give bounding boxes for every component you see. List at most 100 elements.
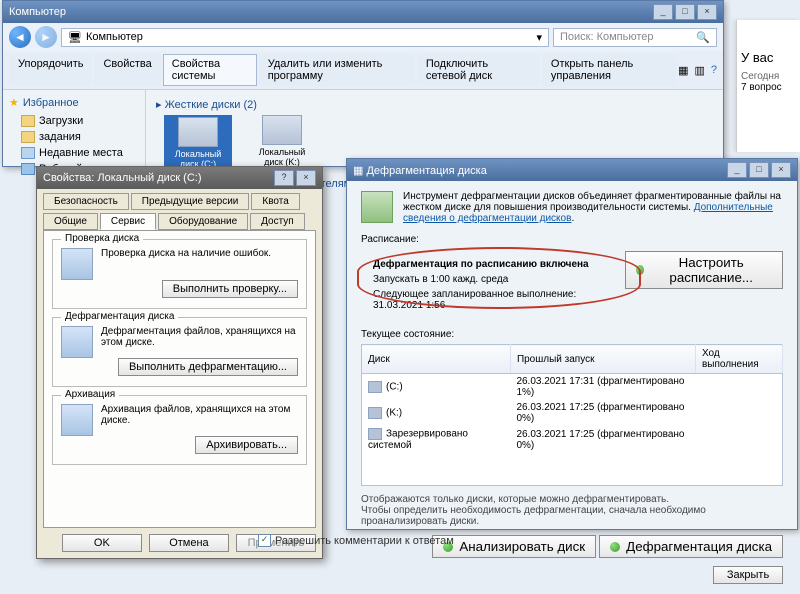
allow-comments-row[interactable]: ✓ Разрешить комментарии к ответам [258, 534, 454, 547]
schedule-next-text: Следующее запланированное выполнение: 31… [373, 289, 603, 311]
archive-text: Архивация файлов, хранящихся на этом дис… [61, 404, 298, 426]
drive-icon [368, 428, 382, 440]
cancel-button[interactable]: Отмена [149, 534, 229, 552]
computer-icon: 🖥 [68, 31, 82, 44]
explorer-navbar: ◄ ► 🖥 Компьютер ▾ Поиск: Компьютер 🔍 [3, 23, 723, 51]
schedule-box: Дефрагментация по расписанию включена За… [361, 251, 615, 319]
defrag-window: ▦ Дефрагментация диска _ □ × Инструмент … [346, 158, 798, 530]
archive-group: Архивация Архивация файлов, хранящихся н… [52, 395, 307, 465]
disks-table: Диск Прошлый запуск Ход выполнения (C:) … [361, 344, 783, 486]
table-row[interactable]: Зарезервировано системой 26.03.2021 17:2… [362, 426, 783, 453]
check-disk-icon [61, 248, 93, 280]
schedule-header: Расписание: [361, 234, 783, 245]
control-panel-button[interactable]: Открыть панель управления [542, 54, 676, 86]
defrag-group: Дефрагментация диска Дефрагментация файл… [52, 317, 307, 387]
explorer-titlebar[interactable]: Компьютер _ □ × [3, 1, 723, 23]
configure-schedule-button[interactable]: Настроить расписание... [625, 251, 783, 289]
defrag-now-button[interactable]: Выполнить дефрагментацию... [118, 358, 298, 376]
drive-icon [368, 407, 382, 419]
system-properties-button[interactable]: Свойства системы [163, 54, 257, 86]
maximize-button[interactable]: □ [675, 4, 695, 20]
tab-general[interactable]: Общие [43, 213, 98, 230]
drive-c[interactable]: Локальный диск (C:) [164, 115, 232, 171]
minimize-button[interactable]: _ [727, 162, 747, 178]
rightpane-heading: У вас [741, 50, 796, 65]
help-icon[interactable]: ? [711, 64, 717, 76]
minimize-button[interactable]: _ [653, 4, 673, 20]
defrag-info-icon [361, 191, 393, 223]
help-button[interactable]: ? [274, 170, 294, 186]
search-placeholder: Поиск: Компьютер [560, 31, 654, 43]
drive-k[interactable]: Локальный диск (K:) [250, 115, 314, 171]
properties-tabs-row2: Общие Сервис Оборудование Доступ [37, 209, 322, 230]
tab-security[interactable]: Безопасность [43, 193, 129, 210]
check-disk-group-title: Проверка диска [61, 233, 143, 244]
nav-back-icon[interactable]: ◄ [9, 26, 31, 48]
close-defrag-button[interactable]: Закрыть [713, 566, 783, 584]
schedule-when-text: Запускать в 1:00 кажд. среда [373, 274, 603, 285]
tab-quota[interactable]: Квота [251, 193, 299, 210]
explorer-toolbar: Упорядочить Свойства Свойства системы Уд… [3, 51, 723, 90]
archive-group-title: Архивация [61, 389, 119, 400]
rightpane-sub2: 7 вопрос [741, 82, 796, 93]
right-side-panel: У вас Сегодня 7 вопрос [736, 20, 800, 152]
sidebar-item-downloads[interactable]: Загрузки [9, 113, 139, 129]
properties-panel: Проверка диска Проверка диска на наличие… [43, 230, 316, 528]
col-last-run[interactable]: Прошлый запуск [510, 345, 695, 374]
defragment-button[interactable]: Дефрагментация диска [599, 535, 783, 558]
rightpane-sub1: Сегодня [741, 71, 796, 82]
check-disk-group: Проверка диска Проверка диска на наличие… [52, 239, 307, 309]
nav-forward-icon[interactable]: ► [35, 26, 57, 48]
address-text: Компьютер [86, 31, 143, 43]
col-disk[interactable]: Диск [362, 345, 511, 374]
sidebar-item-tasks[interactable]: задания [9, 129, 139, 145]
properties-title: Свойства: Локальный диск (C:) [43, 172, 202, 184]
tab-sharing[interactable]: Доступ [250, 213, 305, 230]
defrag-body: Инструмент дефрагментации дисков объедин… [347, 181, 797, 594]
archive-now-button[interactable]: Архивировать... [195, 436, 298, 454]
properties-button[interactable]: Свойства [94, 54, 160, 86]
allow-comments-label: Разрешить комментарии к ответам [275, 535, 454, 547]
defrag-titlebar[interactable]: ▦ Дефрагментация диска _ □ × [347, 159, 797, 181]
tab-hardware[interactable]: Оборудование [158, 213, 248, 230]
defragment-icon [610, 542, 620, 552]
hdd-section-header[interactable]: ▸ Жесткие диски (2) [156, 98, 713, 111]
organize-button[interactable]: Упорядочить [9, 54, 92, 86]
search-input[interactable]: Поиск: Компьютер 🔍 [553, 28, 717, 47]
footnote: Отображаются только диски, которые можно… [361, 494, 783, 527]
favorites-header[interactable]: ★Избранное [9, 96, 139, 109]
check-now-button[interactable]: Выполнить проверку... [162, 280, 298, 298]
properties-titlebar[interactable]: Свойства: Локальный диск (C:) ? × [37, 167, 322, 189]
close-button[interactable]: × [697, 4, 717, 20]
defrag-title: Дефрагментация диска [366, 165, 486, 177]
table-row[interactable]: (C:) 26.03.2021 17:31 (фрагментировано 1… [362, 374, 783, 401]
sidebar-item-recent[interactable]: Недавние места [9, 145, 139, 161]
current-state-header: Текущее состояние: [361, 329, 783, 340]
schedule-enabled-text: Дефрагментация по расписанию включена [373, 259, 603, 270]
check-disk-text: Проверка диска на наличие ошибок. [61, 248, 298, 259]
ok-button[interactable]: OK [62, 534, 142, 552]
col-progress[interactable]: Ход выполнения [695, 345, 782, 374]
drive-icon [262, 115, 302, 145]
map-drive-button[interactable]: Подключить сетевой диск [417, 54, 540, 86]
properties-tabs-row1: Безопасность Предыдущие версии Квота [37, 189, 322, 210]
explorer-title: Компьютер [9, 6, 66, 18]
schedule-icon [636, 265, 644, 275]
preview-icon[interactable]: ▥ [694, 64, 704, 77]
tab-previous-versions[interactable]: Предыдущие версии [131, 193, 250, 210]
tab-tools[interactable]: Сервис [100, 213, 156, 230]
close-button[interactable]: × [771, 162, 791, 178]
uninstall-button[interactable]: Удалить или изменить программу [259, 54, 415, 86]
analyze-button[interactable]: Анализировать диск [432, 535, 596, 558]
explorer-window: Компьютер _ □ × ◄ ► 🖥 Компьютер ▾ Поиск:… [2, 0, 724, 167]
address-bar[interactable]: 🖥 Компьютер ▾ [61, 28, 549, 47]
defrag-text: Дефрагментация файлов, хранящихся на это… [61, 326, 298, 348]
archive-icon [61, 404, 93, 436]
drive-icon [178, 117, 218, 147]
checkbox-icon[interactable]: ✓ [258, 534, 271, 547]
table-row[interactable]: (K:) 26.03.2021 17:25 (фрагментировано 0… [362, 400, 783, 426]
view-icon[interactable]: ▦ [678, 64, 688, 77]
drive-icon [368, 381, 382, 393]
maximize-button[interactable]: □ [749, 162, 769, 178]
close-button[interactable]: × [296, 170, 316, 186]
